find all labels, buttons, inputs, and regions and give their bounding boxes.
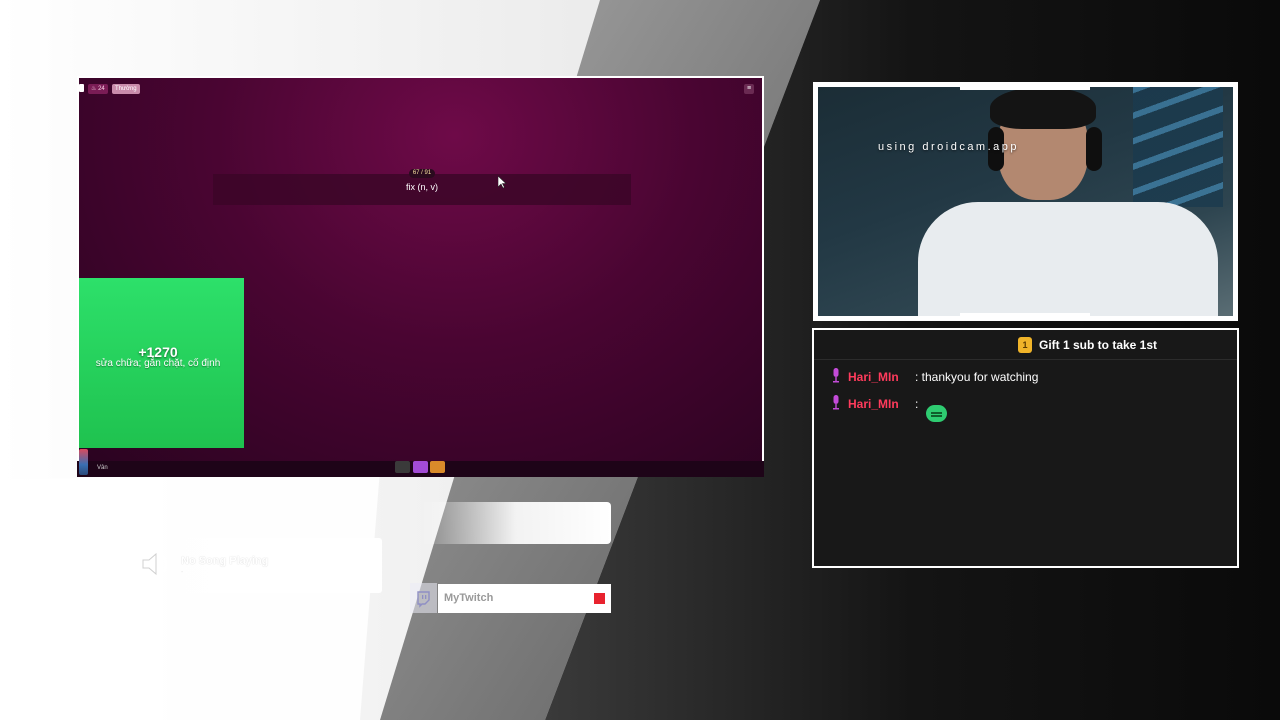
webcam-feed: using droidcam.app (818, 87, 1233, 316)
chat-panel: 1 Gift 1 sub to take 1st Hari_MIn : than… (812, 328, 1239, 568)
chat-text: : thankyou for watching (915, 370, 1039, 384)
chat-username[interactable]: Hari_MIn (848, 370, 899, 384)
webcam-person-shirt (918, 202, 1218, 316)
fire-icon: ♨ (91, 86, 97, 92)
headphone-icon (1086, 127, 1102, 171)
streak-badge[interactable]: ♨ 24 (88, 84, 108, 94)
word-prompt: fix (n, v) (213, 174, 631, 205)
tool-button-1[interactable] (395, 461, 410, 473)
answer-meaning: sửa chữa; gắn chặt, cố định (95, 358, 221, 369)
tool-button-3[interactable] (430, 461, 445, 473)
song-title: No Song Playing (181, 555, 269, 567)
game-window: ♨ 24 Thường ≡ fix (n, v) 67 / 91 +1270 s… (77, 76, 764, 463)
coin-icon: 1 (1018, 337, 1032, 353)
chat-username[interactable]: Hari_MIn (848, 397, 899, 411)
chat-header: 1 Gift 1 sub to take 1st (814, 330, 1237, 360)
avatar (79, 449, 88, 475)
microphone-icon (833, 368, 839, 383)
chat-header-text: Gift 1 sub to take 1st (1039, 338, 1158, 352)
emote-icon (926, 405, 947, 422)
mouse-cursor-icon (498, 176, 507, 189)
webcam-background (1133, 87, 1223, 207)
player-name: Vân (97, 465, 108, 471)
webcam-watermark: using droidcam.app (878, 141, 1020, 153)
word-text: fix (n, v) (405, 182, 438, 192)
progress-counter: 67 / 91 (409, 169, 435, 178)
live-indicator (594, 593, 605, 604)
twitch-icon (417, 591, 430, 608)
speaker-icon (142, 552, 167, 576)
now-playing-widget: No Song Playing - (135, 538, 382, 593)
game-logo (79, 84, 84, 92)
webcam-accent-bottom (960, 313, 1090, 316)
chat-text: : (915, 397, 919, 411)
menu-icon[interactable]: ≡ (744, 84, 754, 94)
twitch-channel-name: MyTwitch (444, 592, 494, 604)
webcam-frame: using droidcam.app (813, 82, 1238, 321)
game-bottom-bar: Vân (77, 449, 764, 477)
streak-count: 24 (98, 86, 105, 92)
mode-badge[interactable]: Thường (112, 84, 140, 94)
info-widget (420, 502, 611, 544)
microphone-icon (833, 395, 839, 410)
twitch-channel-widget[interactable]: MyTwitch (438, 584, 611, 613)
twitch-icon-box (410, 583, 437, 613)
game-topbar: ♨ 24 Thường ≡ (79, 78, 762, 98)
webcam-accent-top (960, 87, 1090, 90)
webcam-person-hair (990, 87, 1096, 129)
answer-card[interactable]: +1270 sửa chữa; gắn chặt, cố định (79, 278, 244, 448)
tool-button-2[interactable] (413, 461, 428, 473)
song-artist: - (181, 569, 184, 576)
